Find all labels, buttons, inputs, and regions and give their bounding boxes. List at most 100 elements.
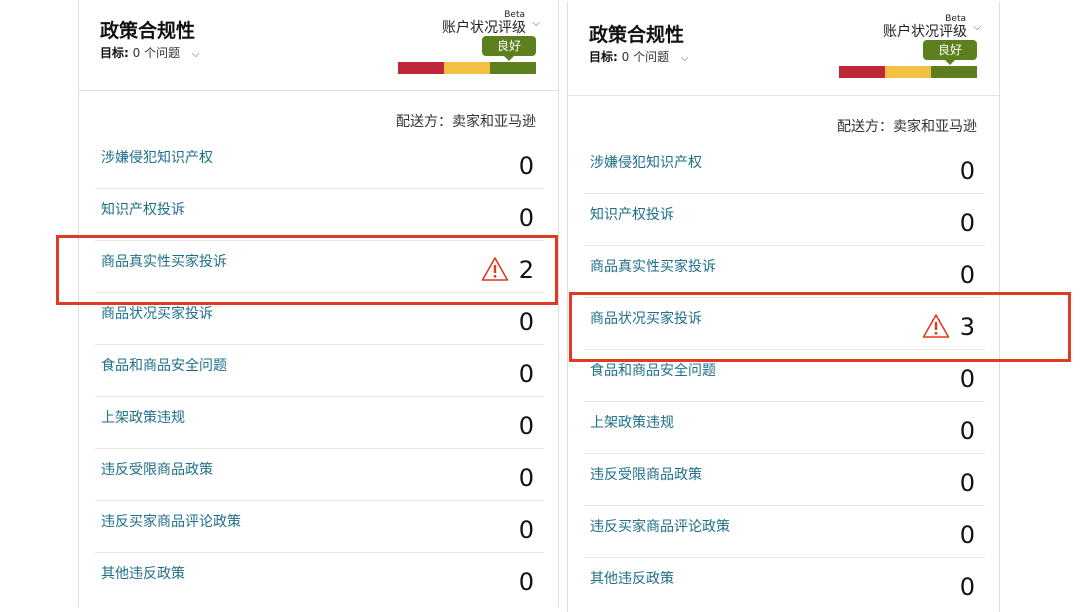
policy-row-link[interactable]: 食品和商品安全问题 [95,355,227,375]
policy-row: 违反买家商品评论政策 0 [584,506,985,558]
policy-row: 知识产权投诉 0 [584,194,985,246]
fulfillment-label: 配送方：卖家和亚马逊 [837,119,977,135]
policy-row: 其他违反政策 0 [95,553,544,604]
rating-bar-yellow [444,62,490,74]
policy-row-count-wrap: 0 [960,359,985,393]
policy-row-link[interactable]: 上架政策违规 [584,412,674,432]
warning-triangle-icon [922,313,950,338]
policy-row-count: 0 [959,468,975,497]
policy-row-count-wrap: 0 [519,562,544,596]
rating-bar-red [398,62,444,74]
beta-badge: Beta [945,14,966,24]
rating-bar [398,62,536,74]
chevron-down-icon[interactable]: ⌵ [973,22,981,33]
policy-row-link[interactable]: 其他违反政策 [584,568,674,588]
policy-row-count-wrap: 0 [519,458,544,492]
panel-title: 政策合规性 [100,20,196,42]
target-selector[interactable]: 目标: 0 个问题 ⌵ [100,44,200,61]
chevron-down-icon: ⌵ [191,49,200,60]
policy-row-count: 3 [959,312,975,341]
policy-row-count-wrap: 0 [960,255,985,289]
policy-row-link[interactable]: 违反买家商品评论政策 [95,511,241,531]
policy-row-count-wrap: 0 [519,198,544,232]
rating-bar-red [839,66,885,78]
policy-row-count: 2 [518,255,534,284]
policy-row-count: 0 [959,156,975,185]
warning-triangle-icon [481,256,509,281]
policy-row-link[interactable]: 涉嫌侵犯知识产权 [95,147,213,167]
rating-label: 账户状况评级 [883,24,967,40]
policy-row-link[interactable]: 商品状况买家投诉 [95,303,213,323]
policy-row-count-wrap: 0 [960,515,985,549]
policy-row-count-wrap: 0 [519,406,544,440]
policy-row: 商品真实性买家投诉 2 [95,241,544,293]
policy-row-count: 0 [518,515,534,544]
policy-row-count-wrap: 0 [519,146,544,180]
policy-row-link[interactable]: 商品真实性买家投诉 [584,256,716,276]
policy-row-link[interactable]: 上架政策违规 [95,407,185,427]
chevron-down-icon[interactable]: ⌵ [532,18,540,29]
policy-row-count-wrap: 3 [922,307,985,341]
panel-header: 政策合规性 目标: 0 个问题 ⌵ 账户状况评级 Beta ⌵ 良好 [568,2,999,96]
policy-row-count-wrap: 0 [960,567,985,601]
policy-row-link[interactable]: 违反受限商品政策 [95,459,213,479]
policy-row-count-wrap: 0 [960,411,985,445]
panel-title: 政策合规性 [589,24,685,46]
beta-badge: Beta [504,10,525,20]
policy-row-count: 0 [518,307,534,336]
policy-row-count-wrap: 0 [960,463,985,497]
target-label: 目标: [100,46,129,60]
policy-row-count-wrap: 0 [960,203,985,237]
rating-bar-green [490,62,536,74]
policy-row-count: 0 [959,260,975,289]
target-value: 0 个问题 [132,46,181,60]
policy-compliance-panel-1: 政策合规性 目标: 0 个问题 ⌵ 账户状况评级 Beta ⌵ 良好 配送方：卖… [78,0,559,607]
policy-row: 食品和商品安全问题 0 [95,345,544,397]
fulfillment-label: 配送方：卖家和亚马逊 [396,114,536,130]
rating-bar-yellow [885,66,931,78]
policy-row-count: 0 [518,463,534,492]
policy-row-link[interactable]: 商品状况买家投诉 [584,308,702,328]
chevron-down-icon: ⌵ [680,53,689,64]
policy-row: 其他违反政策 0 [584,558,985,609]
account-health-rating[interactable]: 账户状况评级 Beta ⌵ 良好 [386,10,540,74]
policy-row-count: 0 [518,411,534,440]
policy-row: 商品真实性买家投诉 0 [584,246,985,298]
policy-row: 违反受限商品政策 0 [95,449,544,501]
policy-row-count-wrap: 0 [519,302,544,336]
rating-value-bubble: 良好 [923,40,977,65]
policy-row: 违反买家商品评论政策 0 [95,501,544,553]
rating-label: 账户状况评级 [442,20,526,36]
policy-row: 涉嫌侵犯知识产权 0 [95,137,544,189]
policy-row-link[interactable]: 食品和商品安全问题 [584,360,716,380]
policy-row-count-wrap: 0 [960,151,985,185]
policy-row-link[interactable]: 违反受限商品政策 [584,464,702,484]
policy-row-link[interactable]: 知识产权投诉 [95,199,185,219]
account-health-rating[interactable]: 账户状况评级 Beta ⌵ 良好 [827,14,981,78]
policy-row-count: 0 [518,567,534,596]
policy-row: 涉嫌侵犯知识产权 0 [584,142,985,194]
target-selector[interactable]: 目标: 0 个问题 ⌵ [589,48,689,65]
policy-row-count: 0 [959,208,975,237]
policy-row-count: 0 [518,203,534,232]
policy-row: 违反受限商品政策 0 [584,454,985,506]
panel-body: 配送方：卖家和亚马逊 涉嫌侵犯知识产权 0 知识产权投诉 0 商品真实性买家投诉 0 商品状… [568,96,999,609]
policy-row: 商品状况买家投诉 3 [584,298,985,350]
policy-row-count: 0 [518,151,534,180]
rating-value-bubble: 良好 [482,36,536,61]
policy-row-count-wrap: 0 [519,510,544,544]
rating-bar-green [931,66,977,78]
policy-row: 知识产权投诉 0 [95,189,544,241]
policy-row-count: 0 [959,364,975,393]
rating-bar [839,66,977,78]
target-value: 0 个问题 [621,50,670,64]
policy-row: 上架政策违规 0 [95,397,544,449]
policy-row-link[interactable]: 知识产权投诉 [584,204,674,224]
policy-row-link[interactable]: 违反买家商品评论政策 [584,516,730,536]
policy-row-link[interactable]: 涉嫌侵犯知识产权 [584,152,702,172]
policy-row-count-wrap: 0 [519,354,544,388]
policy-row-link[interactable]: 其他违反政策 [95,563,185,583]
target-label: 目标: [589,50,618,64]
policy-row-count: 0 [518,359,534,388]
policy-row-link[interactable]: 商品真实性买家投诉 [95,251,227,271]
